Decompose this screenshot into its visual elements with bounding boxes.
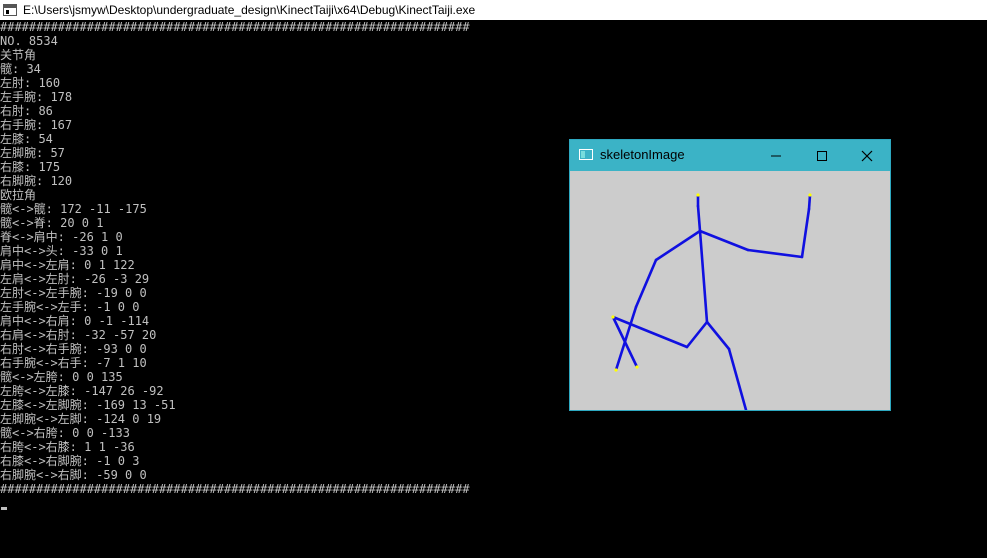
console-line: 欧拉角 (0, 188, 37, 202)
console-titlebar[interactable]: E:\Users\jsmyw\Desktop\undergraduate_des… (0, 0, 987, 20)
console-line: 左肘<->左手腕: -19 0 0 (0, 286, 147, 300)
minimize-button[interactable] (753, 140, 799, 171)
maximize-button[interactable] (799, 140, 845, 171)
console-cursor (1, 507, 7, 510)
close-icon (861, 150, 873, 161)
console-lines: ########################################… (0, 20, 470, 496)
skeleton-bone (800, 207, 811, 259)
console-line: 髋<->脊: 20 0 1 (0, 216, 104, 230)
window-app-icon (579, 149, 593, 160)
console-line: 髋<->右胯: 0 0 -133 (0, 426, 130, 440)
console-line: 肩中<->左肩: 0 1 122 (0, 258, 135, 272)
console-line: 右膝: 175 (0, 160, 61, 174)
console-line: 右膝<->右脚腕: -1 0 3 (0, 454, 140, 468)
console-app-icon (3, 4, 17, 16)
skeleton-joint (611, 315, 615, 319)
console-line: 右脚腕<->右脚: -59 0 0 (0, 468, 147, 482)
console-line: ########################################… (0, 482, 470, 496)
console-line: 左脚腕<->左脚: -124 0 19 (0, 412, 162, 426)
skeleton-bone (634, 258, 658, 309)
skeleton-bone (705, 320, 731, 351)
console-line: 髋: 34 (0, 62, 41, 76)
skeleton-bone (654, 229, 702, 262)
skeleton-joint (635, 365, 639, 369)
console-line: 肩中<->右肩: 0 -1 -114 (0, 314, 150, 328)
skeleton-bone (698, 229, 709, 324)
console-line: 左肩<->左肘: -26 -3 29 (0, 272, 150, 286)
console-line: 右肩<->右肘: -32 -57 20 (0, 328, 157, 342)
skeleton-window-titlebar[interactable]: skeletonImage (570, 140, 890, 171)
console-line: 髋<->左胯: 0 0 135 (0, 370, 123, 384)
skeleton-bone (696, 204, 702, 233)
skeleton-joint (808, 193, 812, 197)
skeleton-joint (696, 193, 700, 197)
console-line: 脊<->肩中: -26 1 0 (0, 230, 123, 244)
skeleton-canvas (611, 193, 812, 410)
console-line: 右肘: 86 (0, 104, 53, 118)
console-line: 左膝<->左脚腕: -169 13 -51 (0, 398, 176, 412)
console-line: 右手腕<->右手: -7 1 10 (0, 356, 147, 370)
console-line: 髋<->髋: 172 -11 -175 (0, 202, 147, 216)
skeleton-bone (746, 248, 804, 259)
console-line: 左手腕<->左手: -1 0 0 (0, 300, 140, 314)
console-line: 右脚腕: 120 (0, 174, 73, 188)
console-line: 左手腕: 178 (0, 90, 73, 104)
skeleton-bone (727, 347, 748, 410)
console-line: 肩中<->头: -33 0 1 (0, 244, 123, 258)
skeleton-bone (698, 229, 750, 252)
console-line: 左脚腕: 57 (0, 146, 65, 160)
skeleton-bone (807, 193, 812, 211)
console-line: NO. 8534 (0, 34, 58, 48)
console-line: ########################################… (0, 20, 470, 34)
console-line: 右肘<->右手腕: -93 0 0 (0, 342, 147, 356)
console-line: 关节角 (0, 48, 37, 62)
skeleton-bone (685, 320, 709, 349)
console-window-title: E:\Users\jsmyw\Desktop\undergraduate_des… (23, 3, 476, 17)
console-line: 左肘: 160 (0, 76, 61, 90)
minimize-icon (771, 155, 781, 156)
skeleton-joint (614, 368, 618, 372)
console-line: 右手腕: 167 (0, 118, 73, 132)
skeleton-image-window[interactable]: skeletonImage (569, 139, 891, 411)
console-line: 左膝: 54 (0, 132, 53, 146)
close-button[interactable] (844, 140, 890, 171)
console-line: 右胯<->右膝: 1 1 -36 (0, 440, 135, 454)
console-line: 左胯<->左膝: -147 26 -92 (0, 384, 164, 398)
maximize-icon (817, 150, 827, 161)
skeleton-window-title: skeletonImage (600, 147, 685, 162)
